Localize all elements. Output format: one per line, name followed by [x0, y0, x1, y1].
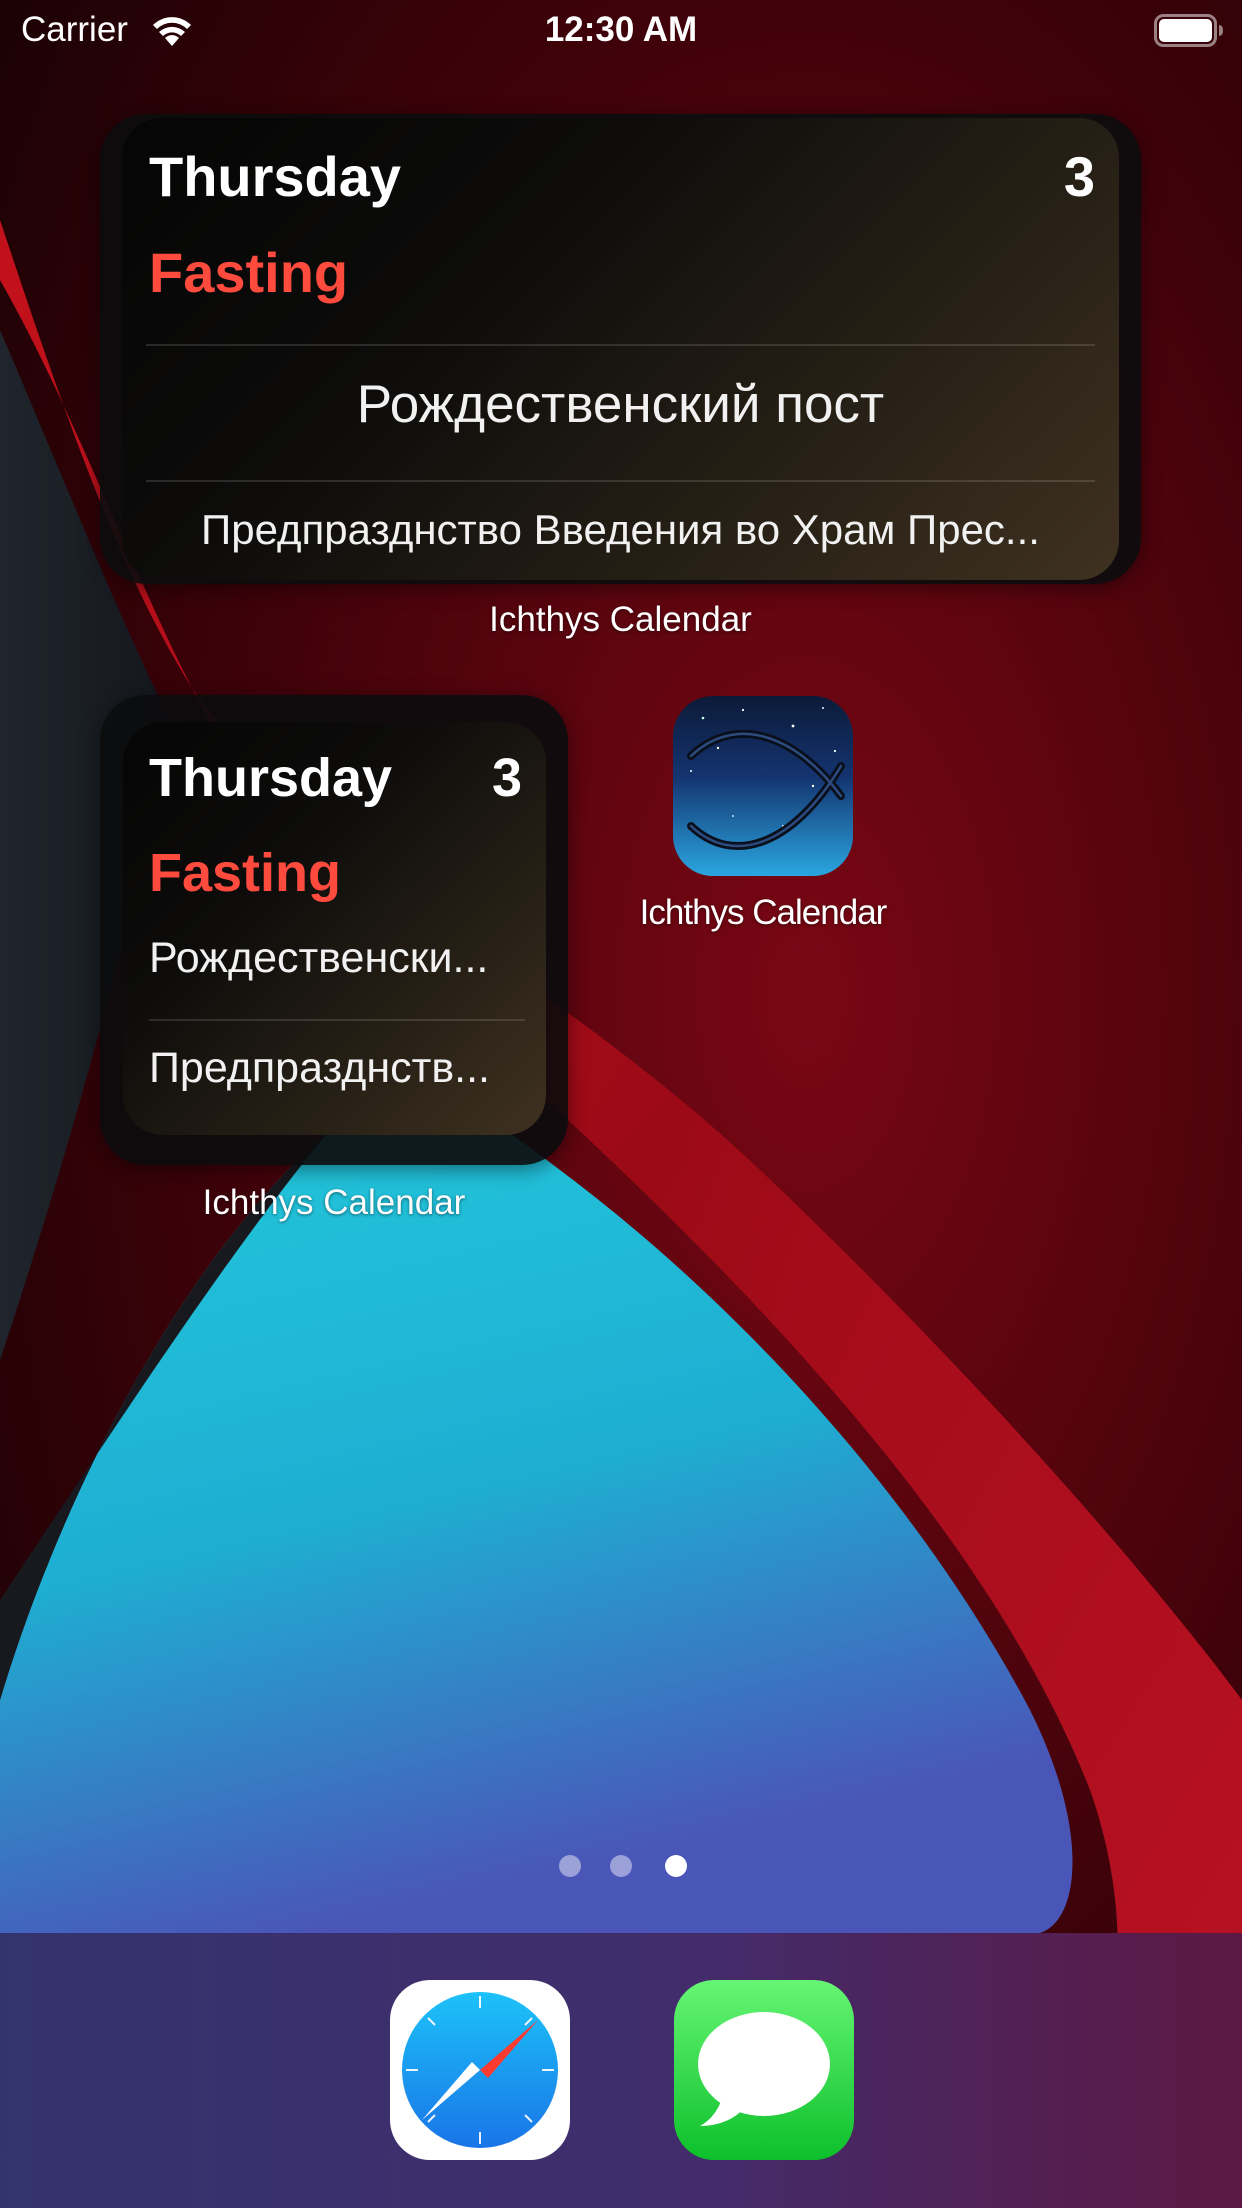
fasting-status: Fasting	[149, 241, 349, 304]
fasting-status: Fasting	[149, 843, 342, 903]
widget-small-label: Ichthys Calendar	[202, 1183, 466, 1222]
ichthys-fish-icon	[673, 696, 853, 876]
safari-app[interactable]	[390, 1980, 570, 2160]
page-dot[interactable]	[559, 1855, 581, 1877]
widget-medium-label: Ichthys Calendar	[489, 600, 752, 639]
status-bar: Carrier 12:30 AM	[0, 0, 1242, 62]
safari-compass-icon	[390, 1980, 570, 2160]
widget-date: 3	[491, 748, 522, 808]
separator	[149, 1019, 525, 1021]
widget-day: Thursday	[149, 145, 402, 208]
widget-day: Thursday	[149, 748, 393, 808]
ichthys-calendar-app[interactable]	[673, 696, 853, 876]
fast-period-name: Рождественский пост	[356, 375, 885, 434]
battery-icon	[1154, 14, 1223, 47]
fast-period-name: Рождественски...	[149, 934, 489, 982]
page-dot[interactable]	[610, 1855, 632, 1877]
widget-medium-content: Thursday 3 Fasting Рождественский пост П…	[122, 118, 1119, 580]
feast-name: Предпразднство Введения во Храм Прес...	[201, 506, 1040, 553]
page-indicator[interactable]	[0, 1855, 1242, 1879]
separator	[146, 344, 1095, 346]
calendar-widget-medium[interactable]: Thursday 3 Fasting Рождественский пост П…	[100, 114, 1141, 584]
dock	[0, 1933, 1242, 2208]
feast-name: Предпразднств...	[149, 1044, 490, 1092]
widget-date: 3	[1063, 145, 1095, 208]
messages-app[interactable]	[674, 1980, 854, 2160]
widget-small-content: Thursday 3 Fasting Рождественски... Пред…	[123, 722, 546, 1135]
app-icon-label: Ichthys Calendar	[639, 893, 888, 932]
calendar-widget-small[interactable]: Thursday 3 Fasting Рождественски... Пред…	[100, 695, 568, 1165]
separator	[146, 480, 1095, 482]
messages-bubble-icon	[674, 1980, 854, 2160]
status-time: 12:30 AM	[544, 10, 698, 49]
page-dot-active[interactable]	[665, 1855, 687, 1877]
